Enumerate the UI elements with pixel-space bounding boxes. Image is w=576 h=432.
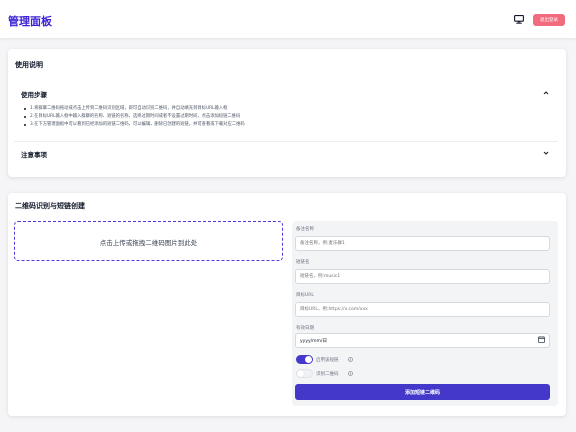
toggle-knob <box>305 356 312 363</box>
target-url-input[interactable] <box>295 302 550 317</box>
chevron-up-icon <box>543 91 549 95</box>
add-shortlink-button[interactable]: 添加短链二维码 <box>295 384 550 400</box>
steps-list: 1.将群聊二维码拖动或点击上传到二维码识别区域，即可自动识别二维码，并自动填充到… <box>24 105 544 129</box>
accordion-steps-header[interactable]: 使用步骤 <box>14 86 558 100</box>
instructions-title: 使用说明 <box>15 61 43 69</box>
accordion-steps-label: 使用步骤 <box>21 91 47 99</box>
list-item: 1.将群聊二维码拖动或点击上传到二维码识别区域，即可自动识别二维码，并自动填充到… <box>24 105 544 113</box>
toggle-knob <box>297 370 304 377</box>
accordion-notes-header[interactable]: 注意事项 <box>14 146 558 160</box>
short-name-input[interactable] <box>295 269 550 284</box>
recognize-qr-label: 识别二维码 <box>316 372 339 377</box>
upload-text: 点击上传或拖拽二维码图片到此处 <box>99 239 198 247</box>
group-name-label: 备注名称 <box>296 227 314 232</box>
page-title: 管理面板 <box>8 15 52 28</box>
short-name-label: 短链名 <box>296 260 310 265</box>
accordion-notes-label: 注意事项 <box>21 151 47 159</box>
enable-shortlink-toggle[interactable] <box>296 355 313 364</box>
calendar-icon[interactable] <box>538 336 545 343</box>
qr-upload-dropzone[interactable]: 点击上传或拖拽二维码图片到此处 <box>14 221 283 261</box>
target-url-label: 目标URL <box>296 293 314 298</box>
divider <box>14 141 558 142</box>
expiry-label: 有效日期 <box>296 326 314 331</box>
enable-shortlink-label: 启用该短链 <box>316 358 339 363</box>
info-icon[interactable] <box>348 371 353 376</box>
list-item: 2.在目标URL输入框中输入群聊的名称、短链的名称，选择过期时间或者不设置过期时… <box>24 113 544 121</box>
list-item: 3.在下方管理面板中可以看到已经添加的短链二维码，可以编辑，删除已创建的短链，并… <box>24 121 544 129</box>
create-title: 二维码识别与短链创建 <box>15 202 85 210</box>
group-name-input[interactable] <box>295 236 550 251</box>
logout-button[interactable]: 退出登录 <box>533 14 565 26</box>
monitor-icon[interactable] <box>514 15 524 24</box>
info-icon[interactable] <box>348 357 353 362</box>
recognize-qr-toggle[interactable] <box>296 369 313 378</box>
expiry-date-input[interactable] <box>295 333 550 348</box>
chevron-down-icon <box>543 151 549 155</box>
top-header: 管理面板 退出登录 <box>0 0 576 38</box>
